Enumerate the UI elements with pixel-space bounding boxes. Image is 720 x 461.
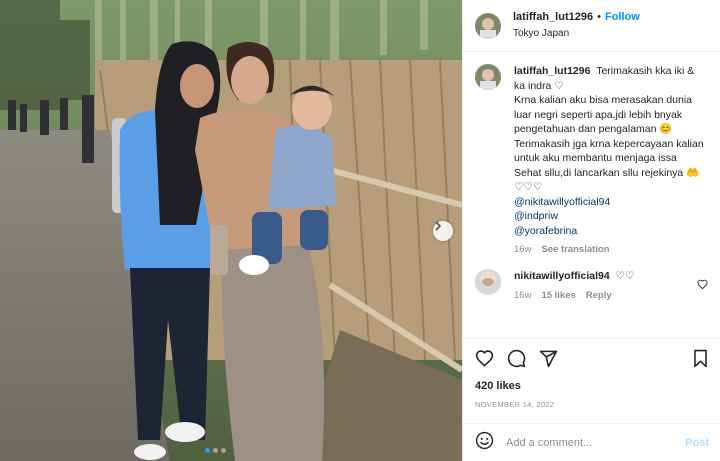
separator: • bbox=[597, 11, 601, 23]
comment-content: ♡♡ bbox=[615, 270, 635, 282]
caption-line: ♡♡♡ bbox=[514, 181, 543, 193]
likes-count[interactable]: 420 likes bbox=[475, 380, 521, 392]
post-date[interactable]: NOVEMBER 14, 2022 bbox=[475, 400, 554, 409]
reply-button[interactable]: Reply bbox=[586, 290, 612, 301]
caption-avatar[interactable] bbox=[475, 64, 501, 90]
carousel-indicator bbox=[205, 448, 226, 453]
follow-button[interactable]: Follow bbox=[605, 11, 640, 23]
post-location[interactable]: Tokyo Japan bbox=[513, 27, 640, 41]
carousel-dot bbox=[213, 448, 218, 453]
comment-time[interactable]: 16w bbox=[514, 290, 531, 301]
author-username[interactable]: latiffah_lut1296 bbox=[513, 11, 593, 23]
caption-meta: 16w See translation bbox=[514, 244, 708, 255]
comment-icon[interactable] bbox=[507, 349, 526, 368]
caption-line: Sehat sllu,di lancarkan sllu rejekinya 🤲 bbox=[514, 166, 700, 179]
comment-meta: 16w 15 likes Reply bbox=[514, 290, 634, 301]
author-avatar[interactable] bbox=[475, 12, 501, 39]
mention-link[interactable]: @nikitawillyofficial94 bbox=[514, 195, 708, 210]
see-translation-button[interactable]: See translation bbox=[541, 244, 609, 255]
bookmark-icon[interactable] bbox=[692, 349, 709, 368]
commenter-avatar[interactable] bbox=[475, 269, 501, 295]
caption: latiffah_lut1296 Terimakasih kka iki & k… bbox=[475, 64, 708, 255]
post-details-panel: latiffah_lut1296 • Follow Tokyo Japan lati… bbox=[462, 0, 720, 461]
next-photo-button[interactable] bbox=[433, 221, 453, 241]
post-actions bbox=[463, 338, 720, 378]
mention-link[interactable]: @yorafebrina bbox=[514, 224, 708, 239]
comment-input[interactable]: Add a comment... bbox=[506, 437, 685, 449]
comment-composer: Add a comment... Post bbox=[463, 423, 720, 461]
photo-image bbox=[0, 0, 462, 461]
heart-icon[interactable] bbox=[475, 349, 494, 368]
post-photo[interactable] bbox=[0, 0, 462, 461]
comments-section: latiffah_lut1296 Terimakasih kka iki & k… bbox=[463, 52, 720, 337]
commenter-username[interactable]: nikitawillyofficial94 bbox=[514, 270, 610, 282]
share-icon[interactable] bbox=[539, 349, 558, 368]
post-header: latiffah_lut1296 • Follow Tokyo Japan bbox=[463, 0, 720, 52]
caption-line: Krna kalian aku bisa merasakan dunia lua… bbox=[514, 94, 693, 135]
caption-text: latiffah_lut1296 Terimakasih kka iki & k… bbox=[514, 64, 708, 238]
mention-link[interactable]: @indpriw bbox=[514, 209, 708, 224]
comment-text: nikitawillyofficial94 ♡♡ bbox=[514, 269, 634, 284]
comment-likes[interactable]: 15 likes bbox=[541, 290, 575, 301]
carousel-dot bbox=[205, 448, 210, 453]
caption-line: Terimakasih jga krna kepercayaan kalian … bbox=[514, 137, 704, 165]
caption-username[interactable]: latiffah_lut1296 bbox=[514, 65, 590, 77]
emoji-icon[interactable] bbox=[475, 431, 494, 455]
carousel-dot bbox=[221, 448, 226, 453]
post-comment-button[interactable]: Post bbox=[685, 437, 709, 449]
comment-like-icon[interactable] bbox=[697, 277, 708, 295]
caption-time[interactable]: 16w bbox=[514, 244, 531, 255]
comment-item: nikitawillyofficial94 ♡♡ 16w 15 likes Re… bbox=[475, 269, 708, 301]
